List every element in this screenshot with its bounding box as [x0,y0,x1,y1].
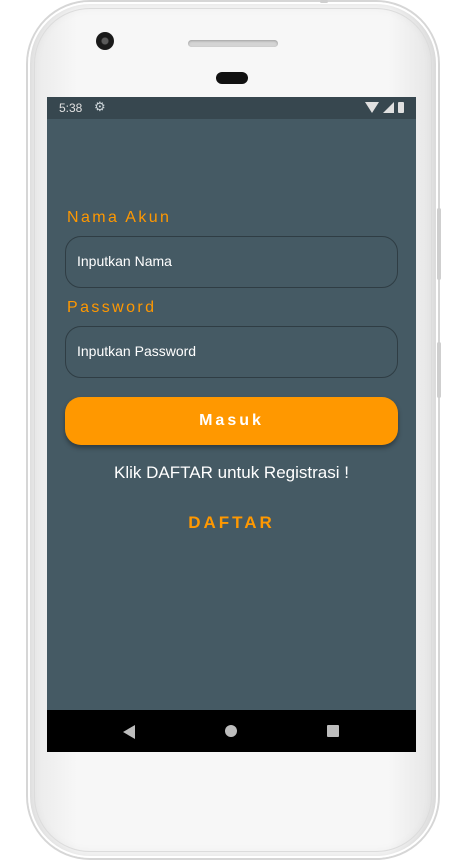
password-input[interactable]: Inputkan Password [65,326,398,378]
status-icons [365,102,404,113]
register-link[interactable]: DAFTAR [47,513,416,533]
front-camera [96,32,114,50]
power-button [437,342,441,398]
back-icon[interactable] [123,725,135,739]
wifi-icon [365,102,379,113]
username-input[interactable]: Inputkan Nama [65,236,398,288]
app-screen: 5:38 ⚙ Nama Akun Inputkan Nama Password … [47,97,416,752]
earpiece-speaker [188,40,278,47]
username-label: Nama Akun [67,209,172,226]
password-placeholder: Inputkan Password [77,343,197,359]
login-button[interactable]: Masuk [65,397,398,445]
proximity-sensor [216,72,248,84]
top-button [320,0,328,3]
status-bar: 5:38 ⚙ [47,97,416,119]
username-placeholder: Inputkan Nama [77,253,172,269]
volume-button [437,208,441,280]
battery-icon [398,102,404,113]
recent-apps-icon[interactable] [327,725,339,737]
home-icon[interactable] [225,725,237,737]
status-time: 5:38 [59,101,83,115]
signal-icon [383,102,394,113]
password-label: Password [67,299,157,316]
register-hint: Klik DAFTAR untuk Registrasi ! [114,463,349,482]
navigation-bar [47,710,416,752]
gear-icon: ⚙ [94,99,106,114]
